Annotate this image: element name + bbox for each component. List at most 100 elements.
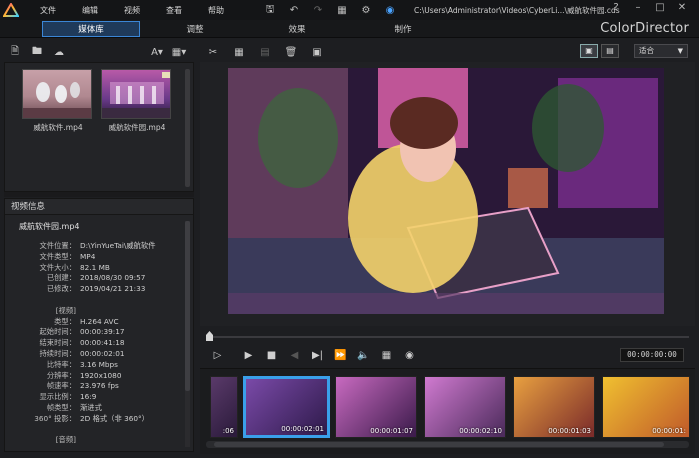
tab-produce[interactable]: 制作 <box>368 21 438 37</box>
media-item[interactable]: 威航软件.mp4 <box>22 69 94 133</box>
menu-view[interactable]: 查看 <box>166 5 208 16</box>
thumbnail-view-icon[interactable]: ▦▾ <box>168 47 190 58</box>
settings-gear-icon[interactable]: ⚙ <box>354 5 378 16</box>
info-row <box>5 295 185 306</box>
next-frame-icon[interactable]: ▶| <box>306 350 329 361</box>
info-value: 00:00:39:17 <box>80 327 125 337</box>
window-controls: ? – □ ✕ <box>605 2 693 13</box>
stop-icon[interactable]: ■ <box>260 350 283 361</box>
info-row: 结束时间： 00:00:41:18 <box>5 338 185 349</box>
info-value: 2019/04/21 21:33 <box>80 284 146 294</box>
single-view-icon[interactable]: ▣ <box>580 44 598 58</box>
info-row: [音频] <box>5 435 185 446</box>
previous-frame-icon[interactable]: ◀ <box>283 350 306 361</box>
filmstrip-frame-selected[interactable]: 00:00:02:01 <box>243 376 330 438</box>
info-row: 持续时间： 00:00:02:01 <box>5 349 185 360</box>
brand-title: ColorDirector <box>600 21 689 36</box>
media-item[interactable]: 威航软件园.mp4 <box>101 69 173 133</box>
redo-icon[interactable]: ↷ <box>306 5 330 16</box>
tab-adjust[interactable]: 调整 <box>160 21 230 37</box>
minimize-icon[interactable]: – <box>627 2 649 13</box>
info-key: 比特率： <box>46 359 76 369</box>
filmstrip-frame[interactable]: :06 <box>210 376 238 438</box>
info-key: 类型： <box>54 316 76 326</box>
info-row: 文件位置： D:\YinYueTai\威航软件 <box>5 241 185 252</box>
info-scrollbar[interactable] <box>185 221 190 447</box>
info-filename: 威航软件园.mp4 <box>19 222 80 231</box>
filmstrip-frame[interactable]: 00:00:01:03 <box>513 376 595 438</box>
vr-view-icon[interactable]: ◉ <box>398 350 421 361</box>
zoom-fit-select[interactable]: 适合 ▼ <box>634 44 688 58</box>
filmstrip-frame[interactable]: 00:00:01: <box>602 376 690 438</box>
info-value: 1920x1080 <box>80 370 122 380</box>
display-settings-icon[interactable]: ▦ <box>330 5 354 16</box>
play-icon[interactable]: ▶ <box>237 350 260 361</box>
info-value: 2018/08/30 09:57 <box>80 273 146 283</box>
info-key: 帧速率： <box>46 381 76 391</box>
merge-icon[interactable]: ▤ <box>252 47 278 58</box>
help-icon[interactable]: ? <box>605 2 627 13</box>
delete-icon[interactable]: 🗑 <box>278 47 304 58</box>
info-key: 已创建： <box>46 273 76 283</box>
import-media-icon[interactable]: 🗎 <box>4 44 26 61</box>
menu-file[interactable]: 文件 <box>40 5 82 16</box>
fast-forward-icon[interactable]: ⏩ <box>329 350 352 361</box>
volume-icon[interactable]: 🔈 <box>352 350 375 361</box>
menu-bar: 文件 编辑 视频 查看 帮助 <box>40 5 250 16</box>
undo-icon[interactable]: ↶ <box>282 5 306 16</box>
info-key: 分辨率： <box>46 370 76 380</box>
info-key: 已修改： <box>46 284 76 294</box>
maximize-icon[interactable]: □ <box>649 2 671 13</box>
tab-library[interactable]: 媒体库 <box>42 21 140 37</box>
info-scroll-thumb[interactable] <box>185 221 190 391</box>
timeline-scrubber[interactable] <box>206 330 689 342</box>
info-row: 显示比例： 16:9 <box>5 392 185 403</box>
info-row: 360° 投影： 2D 格式（非 360°） <box>5 414 185 425</box>
title-bar: 文件 编辑 视频 查看 帮助 🖫 ↶ ↷ ▦ ⚙ ◉ C:\Users\Admi… <box>0 0 699 20</box>
frame-timecode: 00:00:02:10 <box>459 427 502 435</box>
close-icon[interactable]: ✕ <box>671 2 693 13</box>
info-value: 23.976 fps <box>80 381 119 391</box>
color-director-window: 文件 编辑 视频 查看 帮助 🖫 ↶ ↷ ▦ ⚙ ◉ C:\Users\Admi… <box>0 0 699 458</box>
video-preview <box>228 68 664 314</box>
info-key: [音频] <box>55 435 76 445</box>
preview-mode-icon[interactable]: ▷ <box>206 350 229 361</box>
info-value: H.264 AVC <box>80 316 119 326</box>
project-path: C:\Users\Administrator\Videos\CyberLi...… <box>414 5 620 15</box>
scrubber-track[interactable] <box>206 336 689 338</box>
filmstrip-frame[interactable]: 00:00:02:10 <box>424 376 506 438</box>
font-size-button[interactable]: A▾ <box>146 47 168 58</box>
filmstrip-scroll-thumb[interactable] <box>214 442 664 447</box>
media-thumbnail <box>22 69 92 119</box>
update-icon[interactable]: ◉ <box>378 5 402 16</box>
playhead-handle[interactable] <box>206 331 213 341</box>
info-title: 视频信息 <box>5 199 193 215</box>
media-thumbnail <box>101 69 171 119</box>
split-icon[interactable]: ▦ <box>226 47 252 58</box>
save-icon[interactable]: 🖫 <box>258 2 282 19</box>
menu-help[interactable]: 帮助 <box>208 5 250 16</box>
compare-view-icon[interactable]: ▤ <box>601 44 619 58</box>
filmstrip-frame[interactable]: 00:00:01:07 <box>335 376 417 438</box>
info-value: MP4 <box>80 251 96 261</box>
snapshot-icon[interactable]: ▣ <box>304 47 330 58</box>
frame-timecode: 00:00:01:07 <box>370 427 413 435</box>
menu-edit[interactable]: 编辑 <box>82 5 124 16</box>
library-toolbar: 🗎 🖿 ☁ A▾ ▦▾ <box>4 42 194 62</box>
grid-view-icon[interactable]: ▦ <box>375 350 398 361</box>
menu-view-video[interactable]: 视频 <box>124 5 166 16</box>
info-key: 文件位置： <box>39 241 76 250</box>
filmstrip-scrollbar[interactable] <box>206 441 689 448</box>
panel-splitter[interactable] <box>4 192 194 197</box>
cut-icon[interactable]: ✂ <box>200 47 226 58</box>
info-key: 持续时间： <box>39 348 76 358</box>
info-key: 帧类型： <box>46 402 76 412</box>
info-row <box>5 425 185 436</box>
library-scrollbar[interactable] <box>185 69 190 187</box>
tab-effects[interactable]: 效果 <box>262 21 332 37</box>
info-key: 360° 投影： <box>34 413 76 423</box>
info-row: 文件大小： 82.1 MB <box>5 263 185 274</box>
cloud-download-icon[interactable]: ☁ <box>48 47 70 58</box>
info-value: 82.1 MB <box>80 262 110 272</box>
import-folder-icon[interactable]: 🖿 <box>26 44 48 61</box>
